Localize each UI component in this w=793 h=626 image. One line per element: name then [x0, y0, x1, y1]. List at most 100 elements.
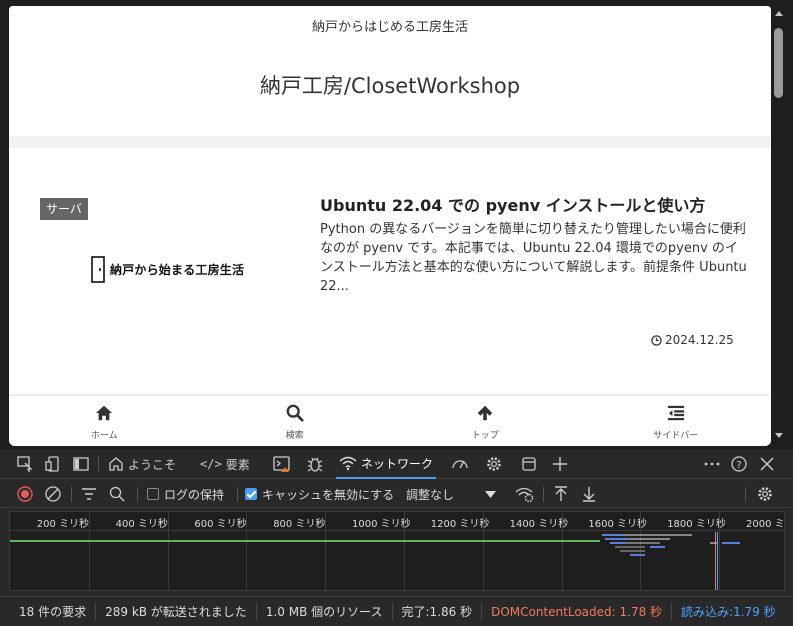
header-divider	[9, 136, 771, 148]
record-stop-icon[interactable]	[16, 485, 34, 503]
post-date: 2024.12.25	[651, 333, 734, 347]
dock-side-icon[interactable]	[72, 455, 90, 473]
timeline-tick-label: 400 ミリ秒	[115, 519, 168, 530]
home-outline-icon	[109, 457, 123, 471]
bottom-nav: ホーム 検索 トップ サイドバー	[9, 396, 771, 446]
toolbar-divider	[745, 487, 746, 502]
door-icon	[91, 255, 105, 283]
tab-network[interactable]: ネットワーク	[336, 449, 437, 479]
preserve-log-box[interactable]	[147, 488, 159, 500]
network-status-bar: 18 件の要求 289 kB が転送されました 1.0 MB 個のリソース 完了…	[0, 596, 793, 626]
tabbar-divider	[98, 456, 99, 471]
timeline-ruler: 200 ミリ秒 400 ミリ秒 600 ミリ秒 800 ミリ秒 1000 ミリ秒 1200…	[10, 512, 784, 531]
sidebar-menu-icon	[667, 405, 684, 421]
preserve-log-checkbox[interactable]: ログの保持	[147, 485, 224, 503]
request-bar	[610, 542, 625, 544]
request-bar	[10, 540, 600, 542]
finish-time: 完了:1.86 秒	[393, 603, 483, 620]
tab-welcome[interactable]: ようこそ	[108, 449, 176, 479]
scroll-up-arrow-icon[interactable]	[775, 11, 783, 16]
timeline-gridline	[561, 512, 563, 590]
site-title[interactable]: 納戸工房/ClosetWorkshop	[9, 70, 771, 100]
timeline-gridline	[404, 512, 405, 590]
scroll-down-arrow-icon[interactable]	[775, 433, 783, 438]
performance-icon[interactable]	[451, 455, 469, 473]
nav-top[interactable]: トップ	[390, 396, 581, 446]
dom-content-loaded-time: DOMContentLoaded: 1.78 秒	[482, 603, 673, 620]
search-icon	[286, 404, 304, 422]
close-icon[interactable]	[758, 455, 776, 473]
load-time: 読み込み:1.79 秒	[681, 605, 776, 619]
request-bar	[615, 546, 645, 548]
code-brackets-icon: </>	[200, 457, 222, 471]
console-icon[interactable]	[273, 455, 291, 473]
arrow-up-icon	[478, 405, 493, 421]
page-viewport: 納戸からはじめる工房生活 納戸工房/ClosetWorkshop サーバ 納戸か…	[9, 6, 771, 446]
help-icon[interactable]: ?	[730, 455, 748, 473]
timeline-gridline	[325, 512, 327, 590]
svg-text:?: ?	[736, 460, 741, 471]
request-bar	[722, 542, 740, 544]
network-conditions-icon[interactable]	[515, 485, 535, 503]
category-badge[interactable]: サーバ	[40, 198, 88, 220]
network-overview-timeline[interactable]: 200 ミリ秒 400 ミリ秒 600 ミリ秒 800 ミリ秒 1000 ミリ秒 1200…	[9, 511, 785, 591]
scroll-thumb[interactable]	[774, 28, 783, 98]
timeline-tick-label: 800 ミリ秒	[273, 519, 326, 530]
timeline-tick-label: 1200 ミリ秒	[430, 519, 490, 530]
transferred-size: 289 kB が転送されました	[96, 603, 257, 620]
disable-cache-checkbox[interactable]: キャッシュを無効にする	[245, 485, 394, 503]
post-thumbnail[interactable]: 納戸から始まる工房生活	[91, 254, 261, 284]
post-excerpt: Python の異なるバージョンを簡単に切り替えたり管理したい場合に便利なのが …	[320, 222, 747, 294]
nav-sidebar[interactable]: サイドバー	[581, 396, 772, 446]
toolbar-divider	[71, 487, 72, 502]
timeline-tick-label: 1400 ミリ秒	[509, 519, 569, 530]
timeline-tick-label: 2000 ミリ秒	[746, 519, 785, 530]
nav-search[interactable]: 検索	[200, 396, 391, 446]
plus-icon[interactable]	[551, 455, 569, 473]
search-icon[interactable]	[108, 485, 126, 503]
more-options-icon[interactable]	[703, 455, 721, 473]
request-bar	[602, 534, 622, 536]
filter-icon[interactable]	[80, 485, 98, 503]
gear-icon[interactable]	[485, 455, 503, 473]
disable-cache-box[interactable]	[245, 488, 257, 500]
request-bar	[620, 550, 645, 552]
page-scrollbar[interactable]	[771, 6, 787, 446]
throttling-value: 調整なし	[406, 487, 455, 502]
tab-elements[interactable]: </> 要素	[200, 449, 250, 479]
throttling-select[interactable]: 調整なし	[406, 485, 498, 503]
request-count: 18 件の要求	[0, 603, 97, 620]
clear-icon[interactable]	[44, 485, 62, 503]
devtools-panel: ようこそ </> 要素 ネットワーク ? ログの保持 キャッシュを無効にする 調…	[0, 449, 793, 626]
inspect-element-icon[interactable]	[16, 455, 34, 473]
post-date-text: 2024.12.25	[665, 333, 734, 347]
timeline-gridline	[246, 512, 248, 590]
export-har-icon[interactable]	[580, 485, 598, 503]
network-settings-gear-icon[interactable]	[756, 485, 774, 503]
chevron-down-icon	[485, 491, 496, 498]
toolbar-divider	[137, 487, 138, 502]
home-icon	[96, 405, 113, 421]
request-bar	[630, 538, 670, 540]
resources-size: 1.0 MB 個のリソース	[257, 603, 393, 620]
timeline-gridline	[88, 512, 90, 590]
timeline-tick-label: 600 ミリ秒	[194, 519, 247, 530]
import-har-icon[interactable]	[552, 485, 570, 503]
toolbar-divider	[543, 487, 544, 502]
site-header: 納戸からはじめる工房生活 納戸工房/ClosetWorkshop	[9, 6, 771, 136]
request-bar	[622, 534, 692, 536]
post-title[interactable]: Ubuntu 22.04 での pyenv インストールと使い方	[320, 192, 705, 216]
device-emulation-icon[interactable]	[44, 455, 62, 473]
devtools-tabbar: ようこそ </> 要素 ネットワーク ?	[0, 449, 793, 479]
request-bar	[605, 538, 630, 540]
application-icon[interactable]	[520, 455, 538, 473]
network-toolbar: ログの保持 キャッシュを無効にする 調整なし	[0, 480, 793, 508]
timeline-tick-label: 1000 ミリ秒	[352, 519, 411, 530]
load-marker	[717, 532, 718, 590]
nav-sidebar-label: サイドバー	[653, 431, 699, 441]
nav-home[interactable]: ホーム	[9, 396, 200, 446]
tab-network-label: ネットワーク	[361, 456, 434, 471]
timeline-tick-label: 1600 ミリ秒	[588, 519, 648, 530]
bug-icon[interactable]	[306, 455, 324, 473]
thumbnail-text: 納戸から始まる工房生活	[110, 262, 245, 277]
